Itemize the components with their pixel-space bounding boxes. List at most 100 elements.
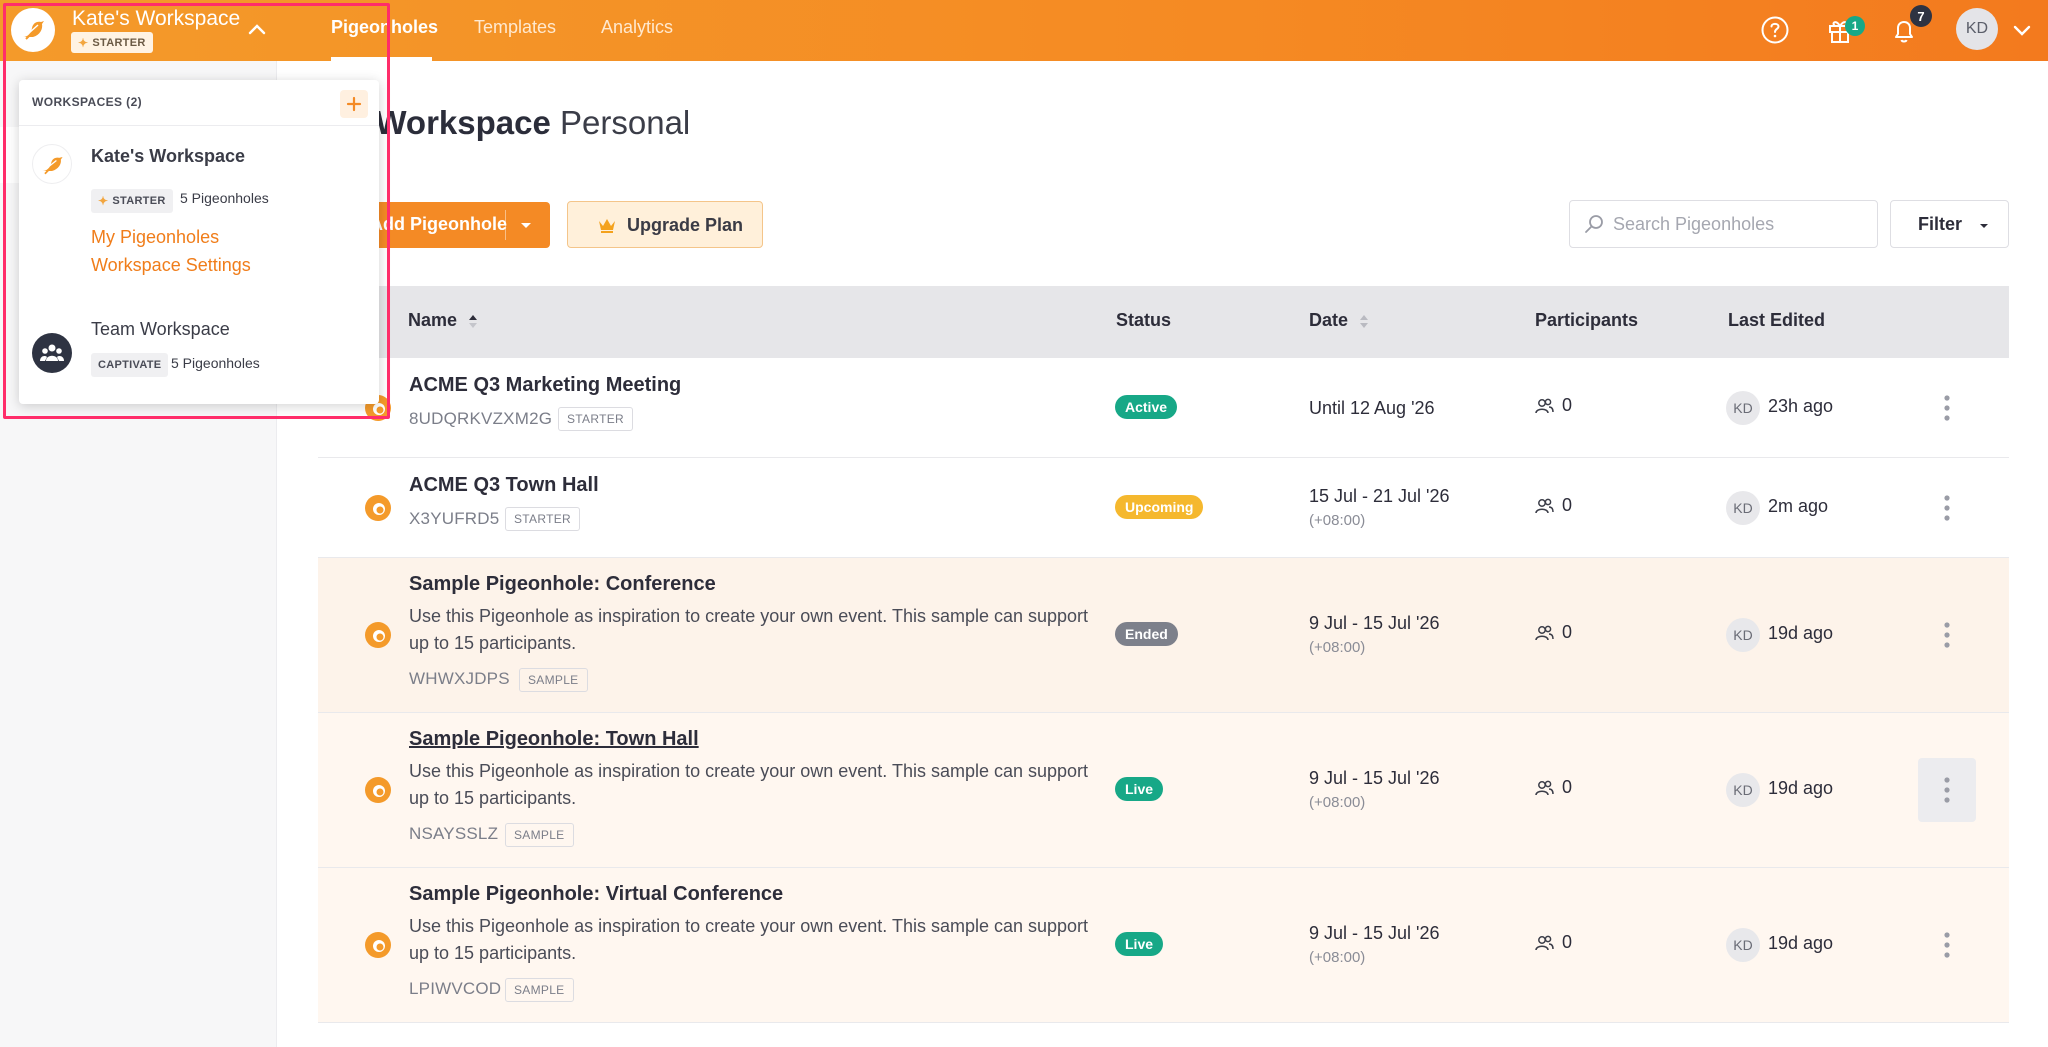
participants-value: 0 (1562, 495, 1573, 515)
column-date[interactable]: Date (1309, 310, 1369, 331)
workspace-plan-badge: ✦ STARTER (71, 32, 153, 53)
filter-button[interactable]: Filter (1890, 200, 2009, 248)
pigeonhole-code: 8UDQRKVZXM2G (409, 409, 553, 428)
participants-value: 0 (1562, 932, 1573, 952)
sort-asc-icon (469, 315, 478, 329)
participants-icon (1535, 780, 1554, 795)
status-badge: Live (1115, 932, 1164, 956)
workspace-settings-link[interactable]: Workspace Settings (91, 255, 251, 276)
participants-icon (1535, 935, 1554, 950)
table-row[interactable]: Sample Pigeonhole: Town Hall Use this Pi… (318, 713, 2009, 868)
table-row[interactable]: Sample Pigeonhole: Conference Use this P… (318, 558, 2009, 713)
plus-icon (346, 96, 362, 112)
event-date: 9 Jul - 15 Jul '26 (1309, 768, 1440, 788)
workspace-plan-label: CAPTIVATE (98, 359, 162, 371)
bird-logo-icon (32, 144, 72, 184)
pigeonhole-code: NSAYSSLZ (409, 824, 499, 843)
column-status: Status (1116, 310, 1172, 330)
participants-count: 0 (1534, 622, 1572, 643)
table-row[interactable]: ACME Q3 Town Hall X3YUFRD5 STARTER Upcom… (318, 458, 2009, 558)
participants-icon (1535, 498, 1554, 513)
tab-analytics[interactable]: Analytics (601, 17, 673, 38)
column-name[interactable]: Name (408, 310, 478, 331)
chevron-down-icon[interactable] (2010, 18, 2034, 42)
chevron-up-icon[interactable] (245, 18, 269, 42)
gift-count-badge: 1 (1845, 16, 1865, 36)
workspace-logo-icon[interactable] (11, 8, 55, 52)
user-avatar[interactable]: KD (1956, 8, 1998, 50)
event-timezone: (+08:00) (1309, 639, 1366, 656)
upgrade-plan-label: Upgrade Plan (627, 215, 744, 235)
team-logo-icon (32, 333, 72, 373)
page-title: 's Workspace Personal (340, 104, 690, 142)
status-badge: Upcoming (1115, 495, 1204, 519)
column-name-label: Name (408, 310, 458, 330)
crown-icon (597, 216, 617, 239)
my-pigeonholes-link[interactable]: My Pigeonholes (91, 227, 219, 248)
pigeonhole-title[interactable]: Sample Pigeonhole: Conference (409, 573, 716, 596)
pigeonhole-code: LPIWVCOD (409, 979, 502, 998)
tab-templates[interactable]: Templates (474, 17, 556, 38)
status-badge: Live (1115, 777, 1164, 801)
last-edited-time: 2m ago (1768, 496, 1829, 516)
participants-count: 0 (1534, 932, 1572, 953)
notification-count-badge: 7 (1910, 5, 1932, 27)
workspace-dropdown: WORKSPACES (2) Kate's Workspace ✦ STARTE… (19, 80, 379, 404)
sample-tag: SAMPLE (505, 978, 574, 1002)
column-date-label: Date (1309, 310, 1349, 330)
table-header: Name Status Date Participants Last Edite… (318, 286, 2009, 358)
workspaces-count-label: WORKSPACES (2) (32, 95, 143, 109)
participants-icon (1535, 625, 1554, 640)
pigeonhole-logo-icon (363, 930, 393, 960)
sort-icon (1360, 315, 1369, 329)
workspace-option-name[interactable]: Team Workspace (91, 319, 230, 340)
caret-down-icon[interactable] (518, 217, 534, 233)
sample-tag: SAMPLE (505, 823, 574, 847)
sparkle-icon: ✦ (98, 194, 109, 208)
add-pigeonhole-label: Add Pigeonhole (370, 214, 507, 234)
participants-count: 0 (1534, 495, 1572, 516)
active-tab-indicator (331, 57, 432, 61)
workspace-option-name[interactable]: Kate's Workspace (91, 146, 245, 167)
upgrade-plan-button[interactable]: Upgrade Plan (567, 201, 763, 248)
tab-pigeonholes[interactable]: Pigeonholes (331, 17, 438, 38)
pigeonhole-title[interactable]: Sample Pigeonhole: Town Hall (409, 728, 699, 751)
more-options-icon[interactable] (1918, 376, 1976, 440)
participants-value: 0 (1562, 622, 1573, 642)
editor-avatar: KD (1726, 928, 1760, 962)
workspace-pigeonhole-count: 5 Pigeonholes (171, 355, 260, 371)
event-date: 9 Jul - 15 Jul '26 (1309, 923, 1440, 943)
add-workspace-button[interactable] (340, 90, 368, 118)
pigeonhole-title[interactable]: ACME Q3 Marketing Meeting (409, 374, 681, 397)
pigeonhole-title[interactable]: ACME Q3 Town Hall (409, 474, 599, 497)
last-edited-time: 23h ago (1768, 396, 1834, 416)
workspace-plan-label: STARTER (92, 36, 146, 49)
table-row[interactable]: Sample Pigeonhole: Virtual Conference Us… (318, 868, 2009, 1023)
column-participants: Participants (1535, 310, 1639, 330)
more-options-icon[interactable] (1918, 758, 1976, 822)
pigeonhole-title[interactable]: Sample Pigeonhole: Virtual Conference (409, 883, 783, 906)
page-title-type: Personal (560, 104, 691, 141)
participants-count: 0 (1534, 395, 1572, 416)
caret-down-icon (1977, 217, 1991, 238)
more-options-icon[interactable] (1918, 603, 1976, 667)
pigeonhole-code: X3YUFRD5 (409, 509, 500, 528)
more-options-icon[interactable] (1918, 913, 1976, 977)
help-icon[interactable] (1757, 12, 1793, 48)
sample-tag: SAMPLE (519, 668, 588, 692)
status-badge: Ended (1115, 622, 1178, 646)
event-date: 15 Jul - 21 Jul '26 (1309, 486, 1450, 506)
search-icon (1584, 214, 1604, 239)
event-timezone: (+08:00) (1309, 512, 1366, 529)
sparkle-icon: ✦ (78, 35, 89, 50)
top-bar: Kate's Workspace ✦ STARTER Pigeonholes T… (0, 0, 2048, 61)
workspace-name[interactable]: Kate's Workspace (72, 7, 240, 31)
button-divider (505, 210, 506, 240)
last-edited-time: 19d ago (1768, 778, 1834, 798)
search-input[interactable] (1613, 211, 1863, 237)
last-edited-time: 19d ago (1768, 933, 1834, 953)
more-options-icon[interactable] (1918, 476, 1976, 540)
pigeonhole-code: WHWXJDPS (409, 669, 510, 688)
workspace-plan-badge: CAPTIVATE (91, 353, 169, 377)
table-row[interactable]: ACME Q3 Marketing Meeting 8UDQRKVZXM2G S… (318, 358, 2009, 458)
